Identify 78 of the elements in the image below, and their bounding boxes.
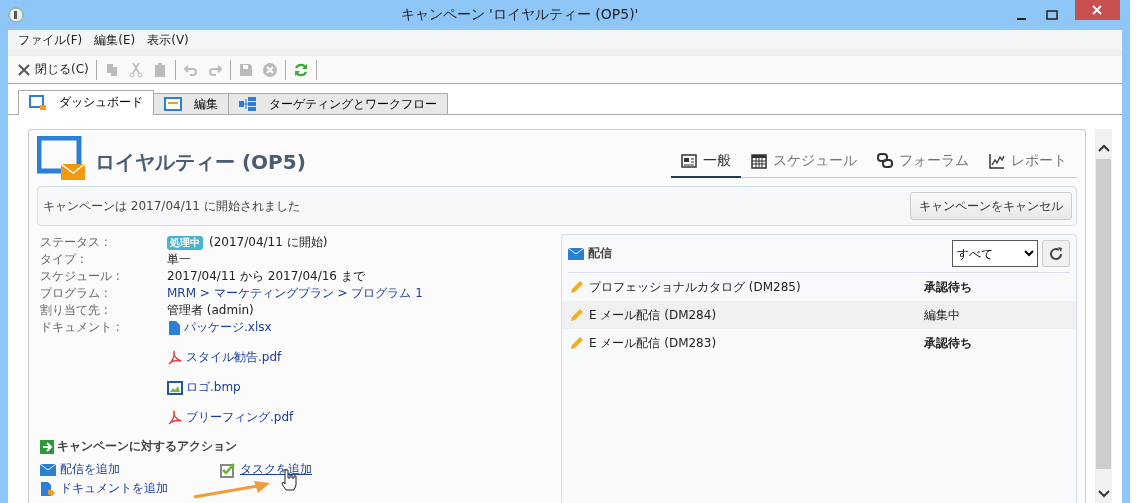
scroll-down-icon[interactable] <box>1097 489 1110 499</box>
field-value: (2017/04/11 に開始) <box>209 234 328 251</box>
delivery-status: 承認待ち <box>924 278 972 296</box>
calendar-icon <box>751 153 767 169</box>
field-label: ステータス : <box>40 234 109 251</box>
envelope-icon <box>568 247 584 260</box>
delivery-name: プロフェッショナルカタログ (DM285) <box>589 278 802 296</box>
window-icon <box>164 97 182 111</box>
action-link[interactable]: タスクを追加 <box>240 461 312 478</box>
delivery-status: 編集中 <box>924 306 960 324</box>
maximize-button[interactable] <box>1045 8 1059 22</box>
close-icon <box>16 61 32 78</box>
delivery-status: 承認待ち <box>924 334 972 352</box>
image-icon <box>167 379 183 396</box>
arrow-right-icon <box>40 439 54 454</box>
field-label: タイプ : <box>40 251 85 268</box>
document-link[interactable]: スタイル勧告.pdf <box>186 349 282 366</box>
refresh-button[interactable] <box>1042 240 1070 267</box>
view-tab[interactable]: フォーラム <box>867 146 979 178</box>
pencil-icon <box>570 336 584 350</box>
tab[interactable]: ダッシュボード <box>18 90 154 115</box>
dashboard-icon <box>29 94 47 111</box>
scroll-up-icon[interactable] <box>1097 143 1110 153</box>
refresh-icon <box>1049 246 1063 261</box>
program-link[interactable]: MRM > マーケティングプラン > プログラム 1 <box>167 286 423 300</box>
document-tag-icon <box>40 480 56 497</box>
field-value: 管理者 (admin) <box>167 302 254 319</box>
tab[interactable]: 編集 <box>153 93 229 115</box>
pencil-icon <box>570 308 584 322</box>
document-link[interactable]: ロゴ.bmp <box>186 379 241 396</box>
tab[interactable]: ターゲティングとワークフロー <box>228 93 448 115</box>
view-tab[interactable]: スケジュール <box>741 146 867 178</box>
window-title: キャンペーン 'ロイヤルティー (OP5)' <box>399 6 640 24</box>
save-icon <box>237 61 254 78</box>
pdf-icon <box>167 349 183 366</box>
scrollbar[interactable] <box>1095 129 1112 503</box>
field-label: プログラム : <box>40 285 109 302</box>
close-button[interactable]: 閉じる(C) <box>12 58 93 81</box>
menu-item[interactable]: 表示(V) <box>141 31 195 49</box>
delivery-row[interactable]: プロフェッショナルカタログ (DM285) 承認待ち <box>562 273 1076 301</box>
menu-item[interactable]: ファイル(F) <box>12 31 89 49</box>
file-icon <box>167 319 181 336</box>
cancel-icon <box>261 61 278 78</box>
filter-select[interactable]: すべて <box>952 240 1038 267</box>
view-tab[interactable]: 一般 <box>671 146 741 178</box>
action-link[interactable]: 配信を追加 <box>60 461 120 478</box>
delivery-row[interactable]: E メール配信 (DM284) 編集中 <box>562 301 1076 329</box>
chat-bubbles-icon <box>877 153 893 169</box>
actions-heading: キャンペーンに対するアクション <box>57 438 237 455</box>
document-link[interactable]: ブリーフィング.pdf <box>186 409 294 426</box>
cut-icon <box>127 61 144 78</box>
close-button[interactable] <box>1075 0 1120 20</box>
panel-title: 配信 <box>588 245 613 262</box>
envelope-icon <box>40 463 56 476</box>
checkbox-icon <box>220 461 236 478</box>
refresh-icon <box>292 61 309 78</box>
field-label: スケジュール : <box>40 268 121 285</box>
action-link[interactable]: ドキュメントを追加 <box>60 480 168 497</box>
banner-message: キャンペーンは 2017/04/11 に開始されました <box>43 197 300 215</box>
document-link[interactable]: パッケージ.xlsx <box>184 319 272 336</box>
field-value: 2017/04/11 から 2017/04/16 まで <box>167 268 365 285</box>
pencil-icon <box>570 280 584 294</box>
delivery-row[interactable]: E メール配信 (DM283) 承認待ち <box>562 329 1076 357</box>
field-value: 単一 <box>167 251 191 268</box>
app-icon <box>8 7 24 23</box>
delivery-name: E メール配信 (DM284) <box>589 306 718 324</box>
campaign-title: ロイヤルティー (OP5) <box>95 149 307 176</box>
pdf-icon <box>167 409 183 426</box>
menu-item[interactable]: 編集(E) <box>88 31 142 49</box>
view-tab[interactable]: レポート <box>979 146 1077 178</box>
workflow-icon <box>239 97 257 111</box>
status-badge: 処理中 <box>167 235 203 250</box>
delivery-name: E メール配信 (DM283) <box>589 334 718 352</box>
field-label: 割り当て先 : <box>40 302 109 319</box>
line-chart-icon <box>989 153 1005 169</box>
field-label: ドキュメント : <box>40 319 121 336</box>
newspaper-icon <box>681 154 697 168</box>
cancel-campaign-button[interactable]: キャンペーンをキャンセル <box>910 192 1072 220</box>
